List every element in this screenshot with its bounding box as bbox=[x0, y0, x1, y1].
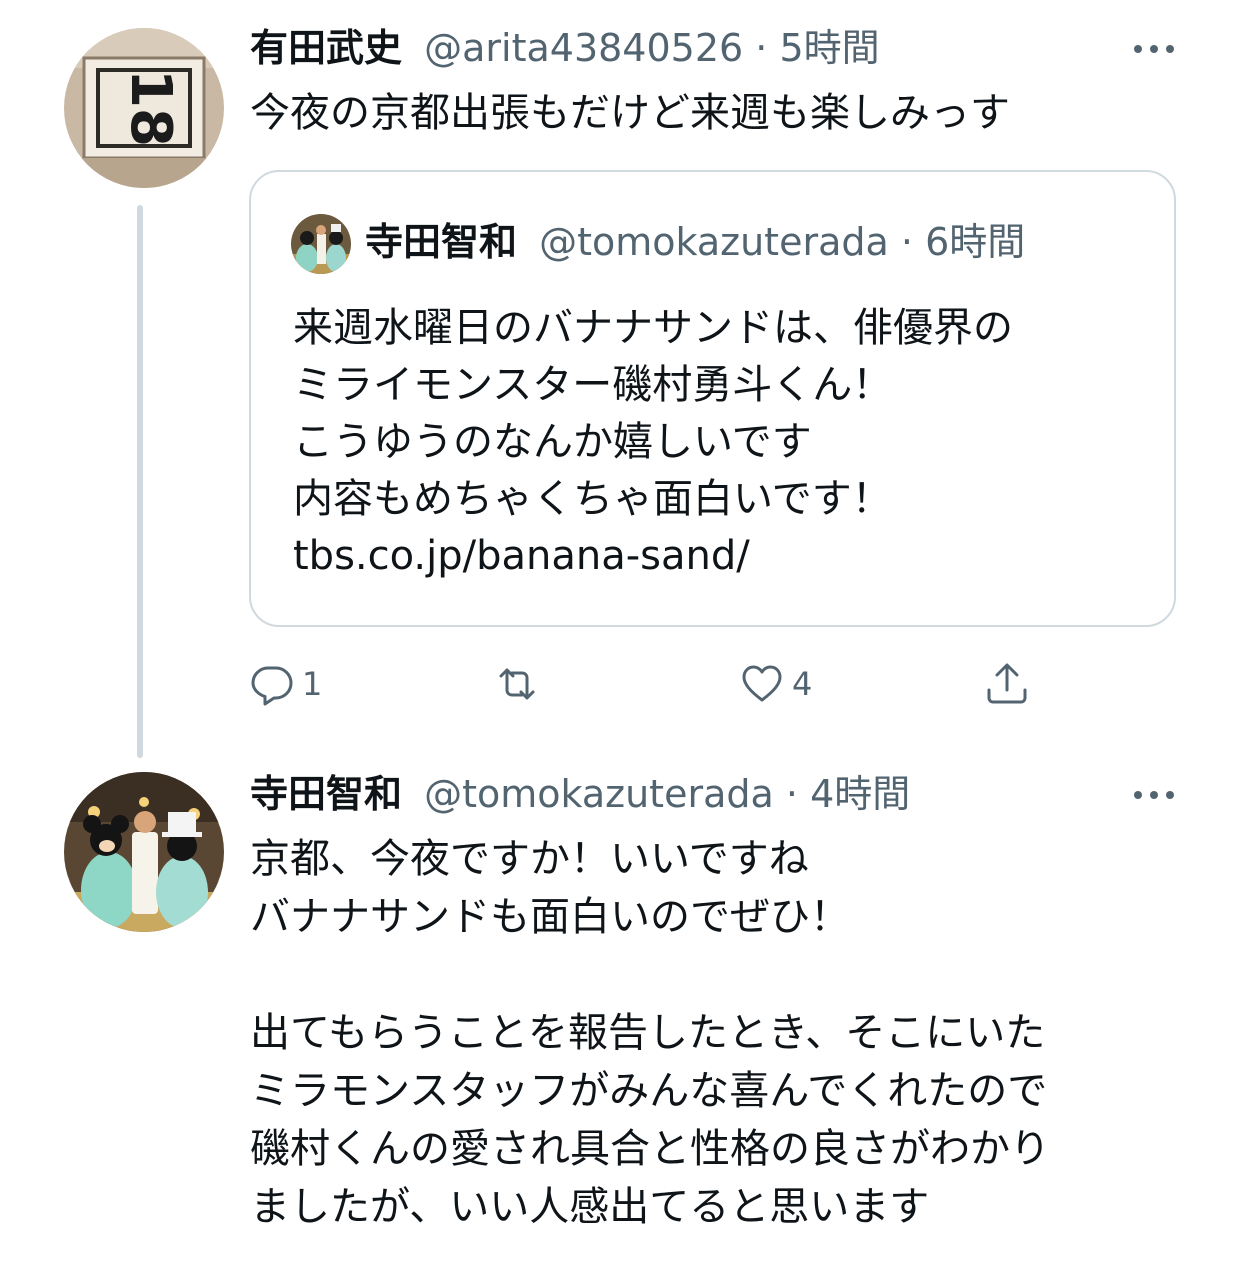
tweet-header: 寺田智和 @tomokazuterada · 4時間 bbox=[250, 770, 910, 818]
quoted-line: ミライモンスター磯村勇斗くん！ bbox=[293, 362, 893, 408]
user-handle[interactable]: @arita43840526 bbox=[424, 26, 743, 70]
tweet-text: 京都、今夜ですか！いいですね バナナサンドも面白いのでぜひ！ 出てもらうことを報告し… bbox=[250, 830, 1050, 1236]
display-name[interactable]: 有田武史 bbox=[250, 26, 402, 70]
display-name[interactable]: 寺田智和 bbox=[250, 772, 402, 816]
separator-dot: · bbox=[755, 26, 768, 70]
quoted-line: こうゆうのなんか嬉しいです bbox=[293, 419, 812, 465]
quoted-handle[interactable]: @tomokazuterada bbox=[539, 220, 889, 264]
tweet-line: ましたが、いい人感出てると思います bbox=[250, 1184, 930, 1230]
quoted-header: 寺田智和 @tomokazuterada · 6時間 bbox=[365, 218, 1025, 266]
tweet-line: 出てもらうことを報告したとき、そこにいた bbox=[250, 1010, 1046, 1056]
quoted-avatar[interactable] bbox=[291, 214, 351, 274]
more-options-icon[interactable] bbox=[1132, 42, 1176, 56]
tweet-header: 有田武史 @arita43840526 · 5時間 bbox=[250, 24, 880, 72]
tweet-time[interactable]: 5時間 bbox=[779, 26, 879, 70]
reply-button[interactable]: 1 bbox=[250, 656, 322, 712]
share-button[interactable] bbox=[985, 656, 1029, 712]
jersey-avatar-image: 18 bbox=[64, 28, 224, 188]
terada-avatar-image bbox=[64, 772, 224, 932]
more-options-icon[interactable] bbox=[1132, 788, 1176, 802]
user-handle[interactable]: @tomokazuterada bbox=[424, 772, 774, 816]
retweet-button[interactable] bbox=[495, 656, 547, 712]
tweet-line: ミラモンスタッフがみんな喜んでくれたので bbox=[250, 1068, 1048, 1114]
reply-icon bbox=[251, 666, 293, 706]
reply-count: 1 bbox=[302, 665, 323, 703]
tweet-actions: 1 4 bbox=[250, 656, 1150, 712]
quoted-text: 来週水曜日のバナナサンドは、俳優界の ミライモンスター磯村勇斗くん！ こうゆうのなん… bbox=[293, 300, 1013, 585]
quoted-time[interactable]: 6時間 bbox=[925, 220, 1025, 264]
retweet-icon bbox=[499, 668, 535, 700]
like-button[interactable]: 4 bbox=[740, 656, 812, 712]
avatar-terada[interactable] bbox=[64, 772, 224, 932]
tweet-line: バナナサンドも面白いのでぜひ！ bbox=[250, 894, 850, 940]
tweet-time[interactable]: 4時間 bbox=[810, 772, 910, 816]
tweet-line: 京都、今夜ですか！いいですね bbox=[250, 836, 809, 882]
like-count: 4 bbox=[792, 665, 813, 703]
thread-connector-line bbox=[137, 205, 143, 758]
tweet-line: 磯村くんの愛され具合と性格の良さがわかり bbox=[250, 1126, 1050, 1172]
quoted-display-name[interactable]: 寺田智和 bbox=[365, 220, 517, 264]
separator-dot: · bbox=[785, 772, 798, 816]
share-icon bbox=[987, 663, 1027, 704]
quoted-line: 内容もめちゃくちゃ面白いです！ bbox=[293, 476, 892, 522]
avatar-arita[interactable]: 18 bbox=[64, 28, 224, 188]
quoted-avatar-image bbox=[291, 214, 351, 274]
quoted-tweet-card[interactable]: 寺田智和 @tomokazuterada · 6時間 来週水曜日のバナナサンドは… bbox=[249, 170, 1176, 627]
quoted-link[interactable]: tbs.co.jp/banana-sand/ bbox=[293, 528, 1013, 585]
svg-text:18: 18 bbox=[118, 69, 183, 147]
quoted-line: 来週水曜日のバナナサンドは、俳優界の bbox=[293, 305, 1013, 351]
heart-icon bbox=[742, 665, 782, 702]
tweet-terada[interactable]: 寺田智和 @tomokazuterada · 4時間 京都、今夜ですか！いいです… bbox=[0, 760, 1238, 1280]
separator-dot: · bbox=[900, 220, 913, 264]
tweet-arita[interactable]: 18 有田武史 @arita43840526 · 5時間 今夜の京都出張もだけど… bbox=[0, 0, 1238, 760]
tweet-text: 今夜の京都出張もだけど来週も楽しみっす bbox=[250, 90, 1010, 136]
